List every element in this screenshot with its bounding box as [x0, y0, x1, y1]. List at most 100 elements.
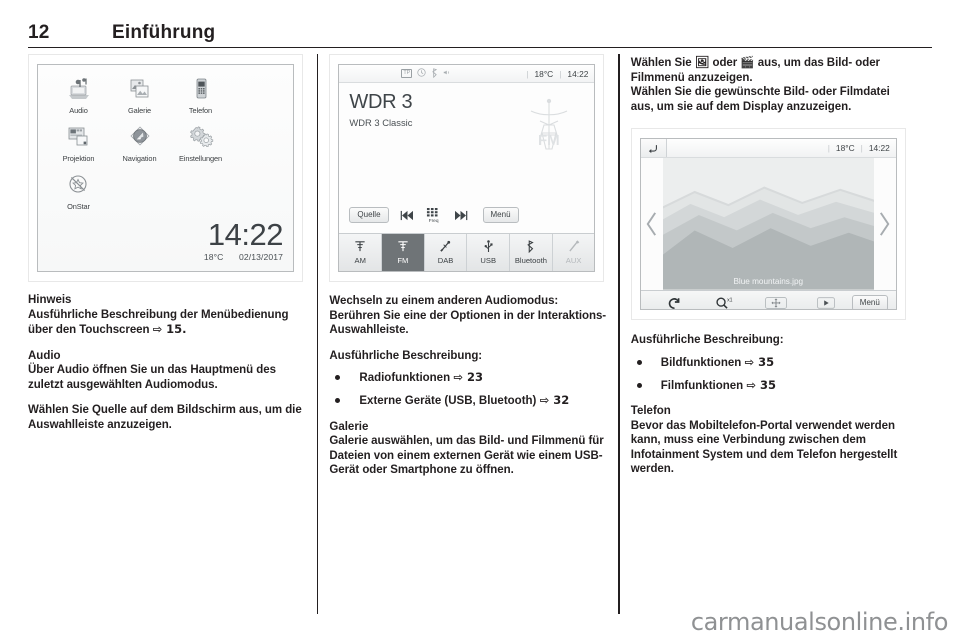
home-tile-label: Navigation	[122, 154, 157, 163]
source-tab-am[interactable]: AM	[339, 234, 383, 271]
back-arrow-icon[interactable]	[640, 139, 667, 158]
radio-status-bar: TP | 18°C | 14:22	[339, 65, 595, 83]
source-tab-dab[interactable]: DAB	[425, 234, 468, 271]
home-clock-time: 14:22	[207, 217, 284, 252]
col2-detail-heading: Ausführliche Beschreibung:	[329, 349, 483, 362]
note-heading: Hinweis	[28, 294, 72, 306]
chevron-left-icon[interactable]	[641, 158, 663, 290]
home-tile-audio[interactable]: Audio	[48, 73, 109, 115]
onstar-crossed-icon	[48, 169, 109, 201]
aux-jack-icon	[568, 240, 580, 255]
screenshot-home-frame: Audio Galerie Telefon Projektion Navigat…	[28, 54, 303, 282]
home-tile-label: Telefon	[188, 106, 213, 115]
fm-tower-logo: FM	[518, 95, 580, 157]
home-tile-onstar[interactable]: OnStar	[48, 169, 109, 211]
status-separator: |	[860, 143, 863, 154]
audio-paragraph-1: Über Audio öffnen Sie un das Hauptmenü d…	[28, 364, 276, 391]
skip-previous-icon[interactable]	[400, 210, 415, 221]
audio-mode-switch-paragraph: Wechseln zu einem anderen Audiomodus: Be…	[329, 295, 607, 337]
col3-paragraph-2: Wählen Sie die gewünschte Bild- oder Fil…	[630, 86, 890, 113]
home-tile-projektion[interactable]: Projektion	[48, 121, 109, 163]
home-tile-einstellungen[interactable]: Einstellungen	[170, 121, 231, 163]
list-item: Bildfunktionen ⇨ 35	[631, 355, 908, 371]
phone-paragraph: Bevor das Mobiltelefon-Portal verwendet …	[630, 419, 898, 476]
settings-gears-icon	[170, 121, 231, 153]
gallery-viewer: Blue mountains.jpg	[641, 158, 896, 290]
screenshot-gallery-frame: | 18°C | 14:22 Blue mountains.jpg x1 Men…	[630, 128, 906, 321]
clock-icon	[417, 68, 426, 79]
gallery-clock: 14:22	[868, 143, 890, 154]
home-tile-galerie[interactable]: Galerie	[109, 73, 170, 115]
bullet-dot	[335, 397, 341, 403]
zoom-icon[interactable]: x1	[700, 296, 751, 310]
antenna-icon	[354, 240, 366, 255]
source-tab-aux[interactable]: AUX	[553, 234, 595, 271]
source-tab-label: DAB	[437, 256, 454, 265]
home-tile-label: Galerie	[127, 106, 152, 115]
dab-antenna-icon	[439, 240, 452, 255]
rotate-icon[interactable]	[649, 297, 700, 309]
site-watermark: carmanualsonline.info	[690, 608, 949, 636]
smartphone-icon	[170, 73, 231, 105]
svg-text:FM: FM	[538, 132, 560, 149]
screenshot-radio-frame: TP | 18°C | 14:22 WDR 3 WDR 3 Classic FM…	[329, 54, 605, 282]
menu-button[interactable]: Menü	[482, 207, 519, 223]
navigation-compass-icon	[109, 121, 170, 153]
col3-reference-list: Bildfunktionen ⇨ 35 Filmfunktionen ⇨ 35	[631, 355, 908, 393]
gallery-pictures-icon	[109, 73, 170, 105]
photo-preview[interactable]: Blue mountains.jpg	[662, 158, 874, 290]
gallery-heading: Galerie	[329, 420, 369, 433]
frequency-keypad-icon[interactable]: Freq	[426, 207, 442, 223]
bluetooth-icon	[431, 67, 438, 80]
home-tile-navigation[interactable]: Navigation	[109, 121, 170, 163]
gallery-status-bar: | 18°C | 14:22	[640, 139, 896, 159]
cross-reference: ⇨ 35	[746, 377, 777, 392]
chapter-title: Einführung	[112, 22, 216, 43]
photo-file-name: Blue mountains.jpg	[733, 276, 804, 286]
zoom-level-label: x1	[727, 298, 733, 304]
projection-screen-icon	[48, 121, 109, 153]
source-tab-label: AM	[354, 256, 366, 265]
home-screen: Audio Galerie Telefon Projektion Navigat…	[37, 64, 294, 272]
audio-paragraph-2: Wählen Sie Quelle auf dem Bildschirm aus…	[28, 404, 302, 431]
chevron-right-icon[interactable]	[874, 158, 896, 290]
source-tab-fm[interactable]: FM	[382, 234, 425, 271]
source-tab-label: AUX	[565, 256, 582, 265]
source-tab-bluetooth[interactable]: Bluetooth	[510, 234, 553, 271]
source-tab-label: FM	[397, 256, 409, 265]
home-clock-widget: 14:22 18°C 02/13/2017	[203, 217, 284, 262]
skip-next-icon[interactable]	[453, 210, 468, 221]
phone-heading: Telefon	[630, 405, 671, 418]
audio-heading: Audio	[28, 349, 61, 362]
pan-move-icon[interactable]	[750, 297, 801, 310]
home-tile-grid: Audio Galerie Telefon Projektion Navigat…	[48, 73, 231, 211]
home-tile-telefon[interactable]: Telefon	[170, 73, 231, 115]
status-separator: |	[559, 68, 562, 79]
bullet-dot	[636, 382, 642, 388]
home-tile-label: Einstellungen	[178, 154, 223, 163]
page-number: 12	[28, 22, 50, 43]
home-tile-label: Projektion	[62, 154, 95, 163]
source-tab-usb[interactable]: USB	[467, 234, 511, 271]
status-separator: |	[827, 143, 830, 154]
three-column-body: Audio Galerie Telefon Projektion Navigat…	[28, 54, 932, 616]
note-text: Ausführliche Beschreibung der Menübedien…	[28, 308, 289, 337]
home-temperature: 18°C	[203, 252, 224, 262]
column-3: Wählen Sie 🖼 oder 🎬 aus, um das Bild- od…	[630, 54, 908, 616]
antenna-icon	[397, 240, 409, 255]
slideshow-play-icon[interactable]	[801, 297, 852, 310]
cross-reference: ⇨ 15.	[152, 322, 187, 337]
mute-speaker-icon	[443, 68, 452, 79]
gallery-menu-button[interactable]: Menü	[851, 295, 888, 310]
gallery-temperature: 18°C	[835, 143, 855, 154]
source-tab-label: Bluetooth	[514, 256, 547, 265]
freq-label: Freq	[428, 218, 438, 223]
gallery-paragraph: Galerie auswählen, um das Bild- und Film…	[329, 435, 604, 477]
gallery-toolbar: x1 Menü	[640, 289, 896, 310]
source-button[interactable]: Quelle	[349, 207, 389, 223]
status-separator: |	[526, 68, 529, 79]
radio-clock: 14:22	[567, 68, 589, 79]
column-2: TP | 18°C | 14:22 WDR 3 WDR 3 Classic FM…	[329, 54, 606, 616]
usb-icon	[483, 240, 494, 255]
list-item: Filmfunktionen ⇨ 35	[631, 378, 908, 394]
